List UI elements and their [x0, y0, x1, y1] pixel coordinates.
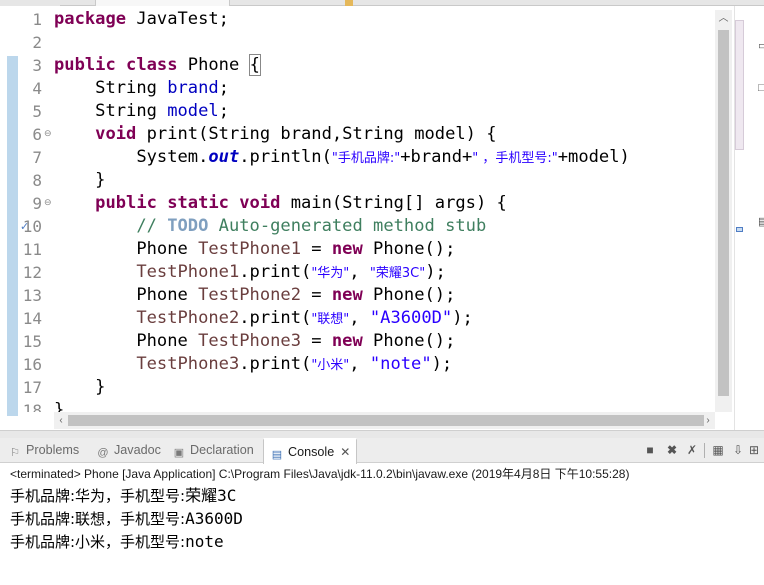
code-area[interactable]: package JavaTest; public class Phone { S… [54, 6, 714, 412]
at-icon: @ [97, 447, 109, 459]
line-number: 4 [32, 79, 42, 98]
matching-bracket: { [248, 54, 261, 76]
line-number: 2 [32, 33, 42, 52]
console-output-line: 手机品牌:小米，手机型号:note [10, 532, 224, 551]
line-number: 17 [22, 378, 42, 397]
line-number: 1 [32, 10, 42, 29]
scroll-lock-icon[interactable]: ⇩ [730, 442, 746, 458]
scroll-up-arrow-icon[interactable]: ︿ [715, 10, 732, 27]
line-number: 13 [22, 286, 42, 305]
view-tab-bar: ⚐ Problems @ Javadoc ▣ Declaration ▤ Console… [0, 438, 764, 465]
line-number: 14 [22, 309, 42, 328]
fold-collapse-icon[interactable]: ⊖ [44, 123, 52, 146]
terminate-icon[interactable]: ■ [642, 442, 658, 458]
code-line: TestPhone1.print("华为", "荣耀3C"); [136, 262, 446, 282]
code-line: void print(String brand,String model) { [95, 124, 497, 144]
overview-ruler[interactable]: ▭ □ ▤ [734, 6, 764, 430]
code-line: Phone TestPhone2 = new Phone(); [136, 285, 456, 305]
quick-diff-ruler [7, 56, 18, 416]
line-number: 6 [32, 125, 42, 144]
fold-collapse-icon[interactable]: ⊖ [44, 192, 52, 215]
line-number: 9 [32, 194, 42, 213]
editor-view-sash[interactable] [0, 430, 764, 438]
console-icon: ▤ [271, 449, 283, 461]
line-number: 12 [22, 263, 42, 282]
tab-declaration[interactable]: ▣ Declaration [172, 438, 254, 463]
line-number: 3 [32, 56, 42, 75]
code-line: TestPhone3.print("小米", "note"); [136, 354, 453, 374]
clear-console-icon[interactable]: ▦ [710, 442, 726, 458]
line-number: 7 [32, 148, 42, 167]
overview-highlight [735, 20, 744, 150]
minimize-icon[interactable]: ▭ [758, 39, 764, 52]
line-number-ruler: 1 2 3 4 5 6 ⊖ 7 8 9 ⊖ 10 ✓ 11 12 13 14 1… [18, 6, 52, 412]
code-line: Phone TestPhone3 = new Phone(); [136, 331, 456, 351]
code-line: public static void main(String[] args) { [95, 193, 507, 213]
code-line: Phone TestPhone1 = new Phone(); [136, 239, 456, 259]
remove-all-terminated-icon[interactable]: ✗ [684, 442, 700, 458]
word-wrap-icon[interactable]: ⊞ [746, 442, 762, 458]
line-number: 5 [32, 102, 42, 121]
bottom-panel: ⚐ Problems @ Javadoc ▣ Declaration ▤ Console… [0, 438, 764, 585]
vertical-scroll-thumb[interactable] [718, 30, 729, 396]
console-toolbar: ■ ✖ ✗ ▦ ⇩ ⊞ [642, 442, 760, 460]
horizontal-scrollbar[interactable]: ‹ › [54, 412, 715, 429]
java-editor[interactable]: 1 2 3 4 5 6 ⊖ 7 8 9 ⊖ 10 ✓ 11 12 13 14 1… [0, 6, 764, 430]
console-output-line: 手机品牌:华为，手机型号:荣耀3C [10, 486, 237, 505]
code-line: String brand; [95, 78, 229, 98]
tab-javadoc[interactable]: @ Javadoc [96, 438, 161, 463]
task-marker-icon[interactable]: ✓ [20, 215, 29, 238]
line-number: 15 [22, 332, 42, 351]
code-line: } [95, 170, 106, 190]
console-output-line: 手机品牌:联想，手机型号:A3600D [10, 509, 243, 528]
code-line: TestPhone2.print("联想", "A3600D"); [136, 308, 473, 328]
code-line: public class Phone { [54, 54, 261, 76]
line-number: 8 [32, 171, 42, 190]
scroll-left-arrow-icon[interactable]: ‹ [54, 412, 68, 429]
remove-launch-icon[interactable]: ✖ [664, 442, 680, 458]
code-line: System.out.println("手机品牌:"+brand+" ，手机型号… [136, 147, 630, 167]
close-icon[interactable]: ✕ [340, 440, 350, 465]
declaration-icon: ▣ [173, 447, 185, 459]
scroll-right-arrow-icon[interactable]: › [701, 412, 715, 429]
toolbar-separator [704, 443, 705, 458]
tab-problems[interactable]: ⚐ Problems [8, 438, 79, 463]
maximize-icon[interactable]: □ [758, 82, 764, 94]
code-line: } [54, 400, 65, 412]
line-number: 16 [22, 355, 42, 374]
restore-icon[interactable]: ▤ [758, 215, 764, 228]
line-number: 11 [22, 240, 42, 259]
code-line: package JavaTest; [54, 9, 229, 29]
tab-console[interactable]: ▤ Console ✕ [263, 438, 358, 465]
line-number: 18 [22, 401, 42, 412]
code-line: } [95, 377, 106, 397]
code-line: String model; [95, 101, 229, 121]
vertical-scrollbar[interactable]: ︿ [715, 10, 732, 412]
console-process-label: <terminated> Phone [Java Application] C:… [10, 467, 630, 481]
horizontal-scroll-thumb[interactable] [68, 415, 704, 426]
problems-icon: ⚐ [10, 447, 20, 459]
overview-task-marker-icon[interactable] [736, 227, 743, 232]
code-line: // TODO Auto-generated method stub [136, 216, 487, 236]
